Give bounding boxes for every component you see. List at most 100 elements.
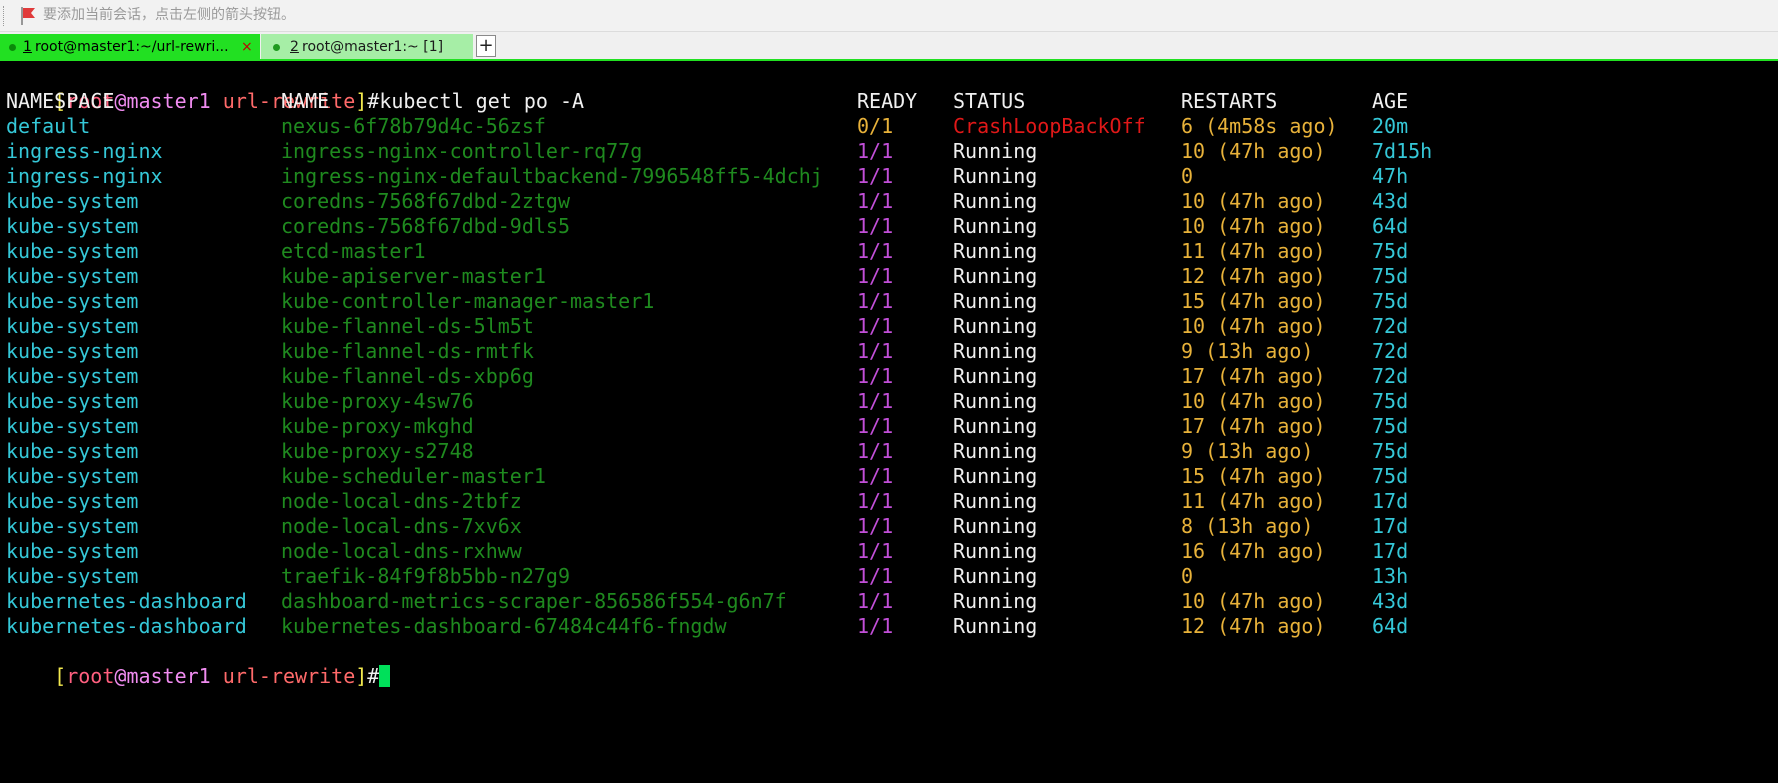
pod-ready: 1/1 (857, 539, 894, 563)
pod-status: Running (953, 589, 1038, 613)
pod-age: 75d (1372, 439, 1409, 463)
table-row: kube-system node-local-dns-2tbfz 1/1 Runnin… (6, 489, 1766, 514)
pod-ready: 1/1 (857, 514, 894, 538)
pod-namespace: kube-system (6, 189, 139, 213)
tab-number: 1 (23, 39, 32, 55)
table-row: kube-system kube-controller-manager-maste… (6, 289, 1766, 314)
pod-restarts: 11 (47h ago) (1181, 489, 1326, 513)
pod-restarts: 10 (47h ago) (1181, 389, 1326, 413)
connection-status-icon (9, 44, 16, 51)
prompt-bracket: ] (355, 664, 368, 688)
pod-age: 20m (1372, 114, 1409, 138)
pod-name: node-local-dns-7xv6x (281, 514, 522, 538)
header-namespace: NAMESPACE (6, 89, 115, 113)
pod-name: kube-flannel-ds-5lm5t (281, 314, 534, 338)
pod-namespace: kube-system (6, 239, 139, 263)
pod-status: Running (953, 239, 1038, 263)
pod-name: ingress-nginx-defaultbackend-7996548ff5-… (281, 164, 823, 188)
header-name: NAME (281, 89, 330, 113)
pod-restarts: 0 (1181, 164, 1194, 188)
pod-name: nexus-6f78b79d4c-56zsf (281, 114, 546, 138)
pod-ready: 1/1 (857, 214, 894, 238)
pod-ready: 1/1 (857, 439, 894, 463)
pod-ready: 1/1 (857, 289, 894, 313)
pod-name: coredns-7568f67dbd-2ztgw (281, 189, 570, 213)
pod-restarts: 16 (47h ago) (1181, 539, 1326, 563)
pod-ready: 1/1 (857, 564, 894, 588)
pod-ready: 1/1 (857, 589, 894, 613)
pod-restarts: 0 (1181, 564, 1194, 588)
pod-ready: 1/1 (857, 264, 894, 288)
table-row: kube-system kube-flannel-ds-5lm5t 1/1 Runni… (6, 314, 1766, 339)
pod-namespace: kube-system (6, 514, 139, 538)
pod-name: kube-flannel-ds-rmtfk (281, 339, 534, 363)
pod-name: etcd-master1 (281, 239, 426, 263)
table-row: kube-system kube-flannel-ds-rmtfk 1/1 Runni… (6, 339, 1766, 364)
terminal-output[interactable]: [root@master1 url-rewrite]#kubectl get p… (0, 61, 1778, 783)
pod-namespace: kube-system (6, 314, 139, 338)
pod-namespace: ingress-nginx (6, 164, 163, 188)
pod-status: Running (953, 264, 1038, 288)
command-prompt-line: [root@master1 url-rewrite]#kubectl get p… (6, 64, 1766, 113)
pod-name: kube-scheduler-master1 (281, 464, 546, 488)
session-bar-grip[interactable] (3, 6, 6, 26)
tab-session-1[interactable]: 1 root@master1:~/url-rewri... × (0, 34, 260, 60)
pod-age: 75d (1372, 389, 1409, 413)
pod-namespace: kube-system (6, 489, 139, 513)
session-hint-text: 要添加当前会话，点击左侧的箭头按钮。 (43, 7, 295, 23)
pod-name: kube-apiserver-master1 (281, 264, 546, 288)
pod-restarts: 12 (47h ago) (1181, 614, 1326, 638)
pod-name: node-local-dns-2tbfz (281, 489, 522, 513)
pod-status: Running (953, 214, 1038, 238)
add-tab-button[interactable]: + (476, 35, 496, 57)
pod-age: 75d (1372, 264, 1409, 288)
table-row: ingress-nginx ingress-nginx-defaultbacken… (6, 164, 1766, 189)
pod-status: Running (953, 489, 1038, 513)
pod-status: Running (953, 564, 1038, 588)
table-row: kube-system kube-proxy-4sw76 1/1 Running 10 … (6, 389, 1766, 414)
pod-name: kube-controller-manager-master1 (281, 289, 655, 313)
pod-status: Running (953, 464, 1038, 488)
pod-restarts: 9 (13h ago) (1181, 339, 1314, 363)
pod-age: 43d (1372, 189, 1409, 213)
pod-age: 17d (1372, 489, 1409, 513)
header-age: AGE (1372, 89, 1409, 113)
pod-namespace: kube-system (6, 439, 139, 463)
pod-namespace: kube-system (6, 214, 139, 238)
tab-strip: 1 root@master1:~/url-rewri... × 2 root@m… (0, 32, 1778, 60)
pod-age: 64d (1372, 614, 1409, 638)
pod-ready: 1/1 (857, 414, 894, 438)
pod-restarts: 15 (47h ago) (1181, 464, 1326, 488)
pod-ready: 1/1 (857, 189, 894, 213)
pod-ready: 1/1 (857, 164, 894, 188)
pod-status: CrashLoopBackOff (953, 114, 1146, 138)
pod-status: Running (953, 289, 1038, 313)
table-row: kube-system node-local-dns-7xv6x 1/1 Runnin… (6, 514, 1766, 539)
pod-namespace: kube-system (6, 564, 139, 588)
close-tab-icon[interactable]: × (241, 34, 253, 60)
pod-age: 75d (1372, 414, 1409, 438)
pod-status: Running (953, 614, 1038, 638)
table-row: kube-system etcd-master1 1/1 Running 11 (47h… (6, 239, 1766, 264)
tab-session-2[interactable]: 2 root@master1:~ [1] (261, 34, 473, 60)
pod-status: Running (953, 139, 1038, 163)
table-row: kube-system kube-scheduler-master1 1/1 Runn… (6, 464, 1766, 489)
pod-ready: 1/1 (857, 389, 894, 413)
pod-status: Running (953, 339, 1038, 363)
pod-ready: 1/1 (857, 139, 894, 163)
pod-name: node-local-dns-rxhww (281, 539, 522, 563)
bookmark-flag-icon[interactable] (20, 6, 38, 26)
pod-restarts: 9 (13h ago) (1181, 439, 1314, 463)
tab-label: root@master1:~ [1] (302, 39, 444, 55)
session-bar: 要添加当前会话，点击左侧的箭头按钮。 (0, 0, 1778, 32)
prompt-bracket: [ (54, 664, 67, 688)
pod-age: 17d (1372, 514, 1409, 538)
pod-restarts: 10 (47h ago) (1181, 189, 1326, 213)
pod-restarts: 15 (47h ago) (1181, 289, 1326, 313)
pod-ready: 0/1 (857, 114, 894, 138)
pod-status: Running (953, 389, 1038, 413)
pod-namespace: kube-system (6, 414, 139, 438)
pod-name: kube-flannel-ds-xbp6g (281, 364, 534, 388)
prompt-host: master1 (126, 664, 211, 688)
